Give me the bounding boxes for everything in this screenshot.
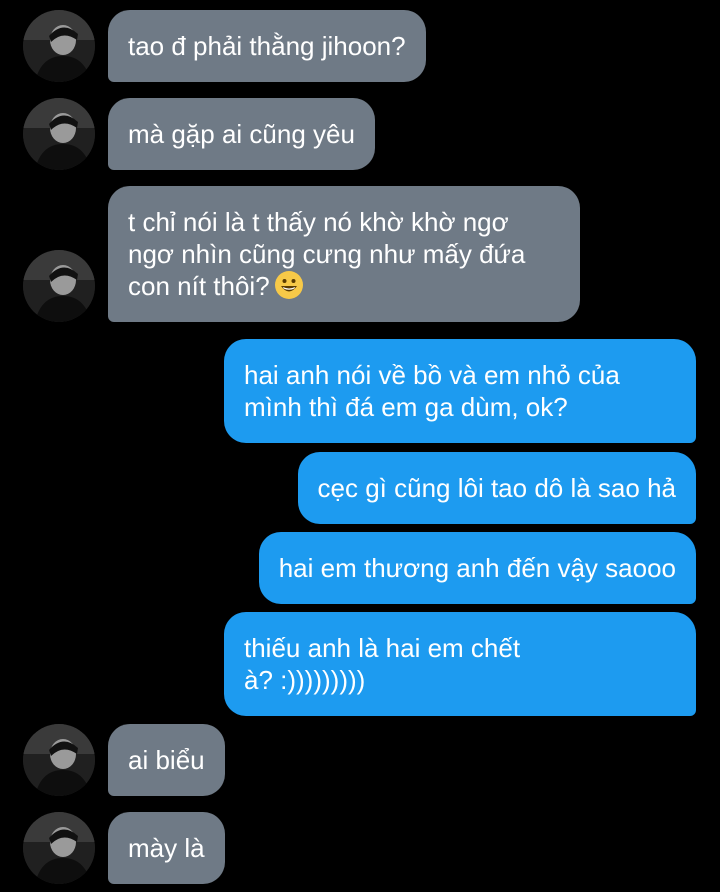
contact-avatar[interactable] [23,812,95,884]
message-bubble-incoming[interactable]: ai biểu [108,724,225,796]
grinning-face-emoji-icon [274,270,304,300]
avatar-photo-icon [23,724,95,796]
avatar-photo-icon [23,812,95,884]
contact-avatar[interactable] [23,250,95,322]
message-bubble-outgoing[interactable]: cẹc gì cũng lôi tao dô là sao hả [297,452,696,524]
message-bubble-incoming[interactable]: mày là [108,812,225,884]
message-bubble-outgoing[interactable]: hai anh nói về bồ và em nhỏ của mình thì… [224,339,696,443]
contact-avatar[interactable] [23,98,95,170]
avatar-photo-icon [23,10,95,82]
message-bubble-outgoing[interactable]: thiếu anh là hai em chết à? :))))))))) [224,612,696,716]
message-bubble-incoming[interactable]: tao đ phải thằng jihoon? [108,10,426,82]
message-bubble-incoming[interactable]: mà gặp ai cũng yêu [108,98,375,170]
message-bubble-outgoing[interactable]: hai em thương anh đến vậy saooo [258,532,696,604]
avatar-photo-icon [23,250,95,322]
message-text: t chỉ nói là t thấy nó khờ khờ ngơ ngơ n… [128,207,526,301]
contact-avatar[interactable] [23,724,95,796]
message-bubble-incoming[interactable]: t chỉ nói là t thấy nó khờ khờ ngơ ngơ n… [108,186,580,322]
message-thread[interactable]: tao đ phải thằng jihoon? mà gặp ai cũng … [0,0,720,892]
contact-avatar[interactable] [23,10,95,82]
avatar-photo-icon [23,98,95,170]
